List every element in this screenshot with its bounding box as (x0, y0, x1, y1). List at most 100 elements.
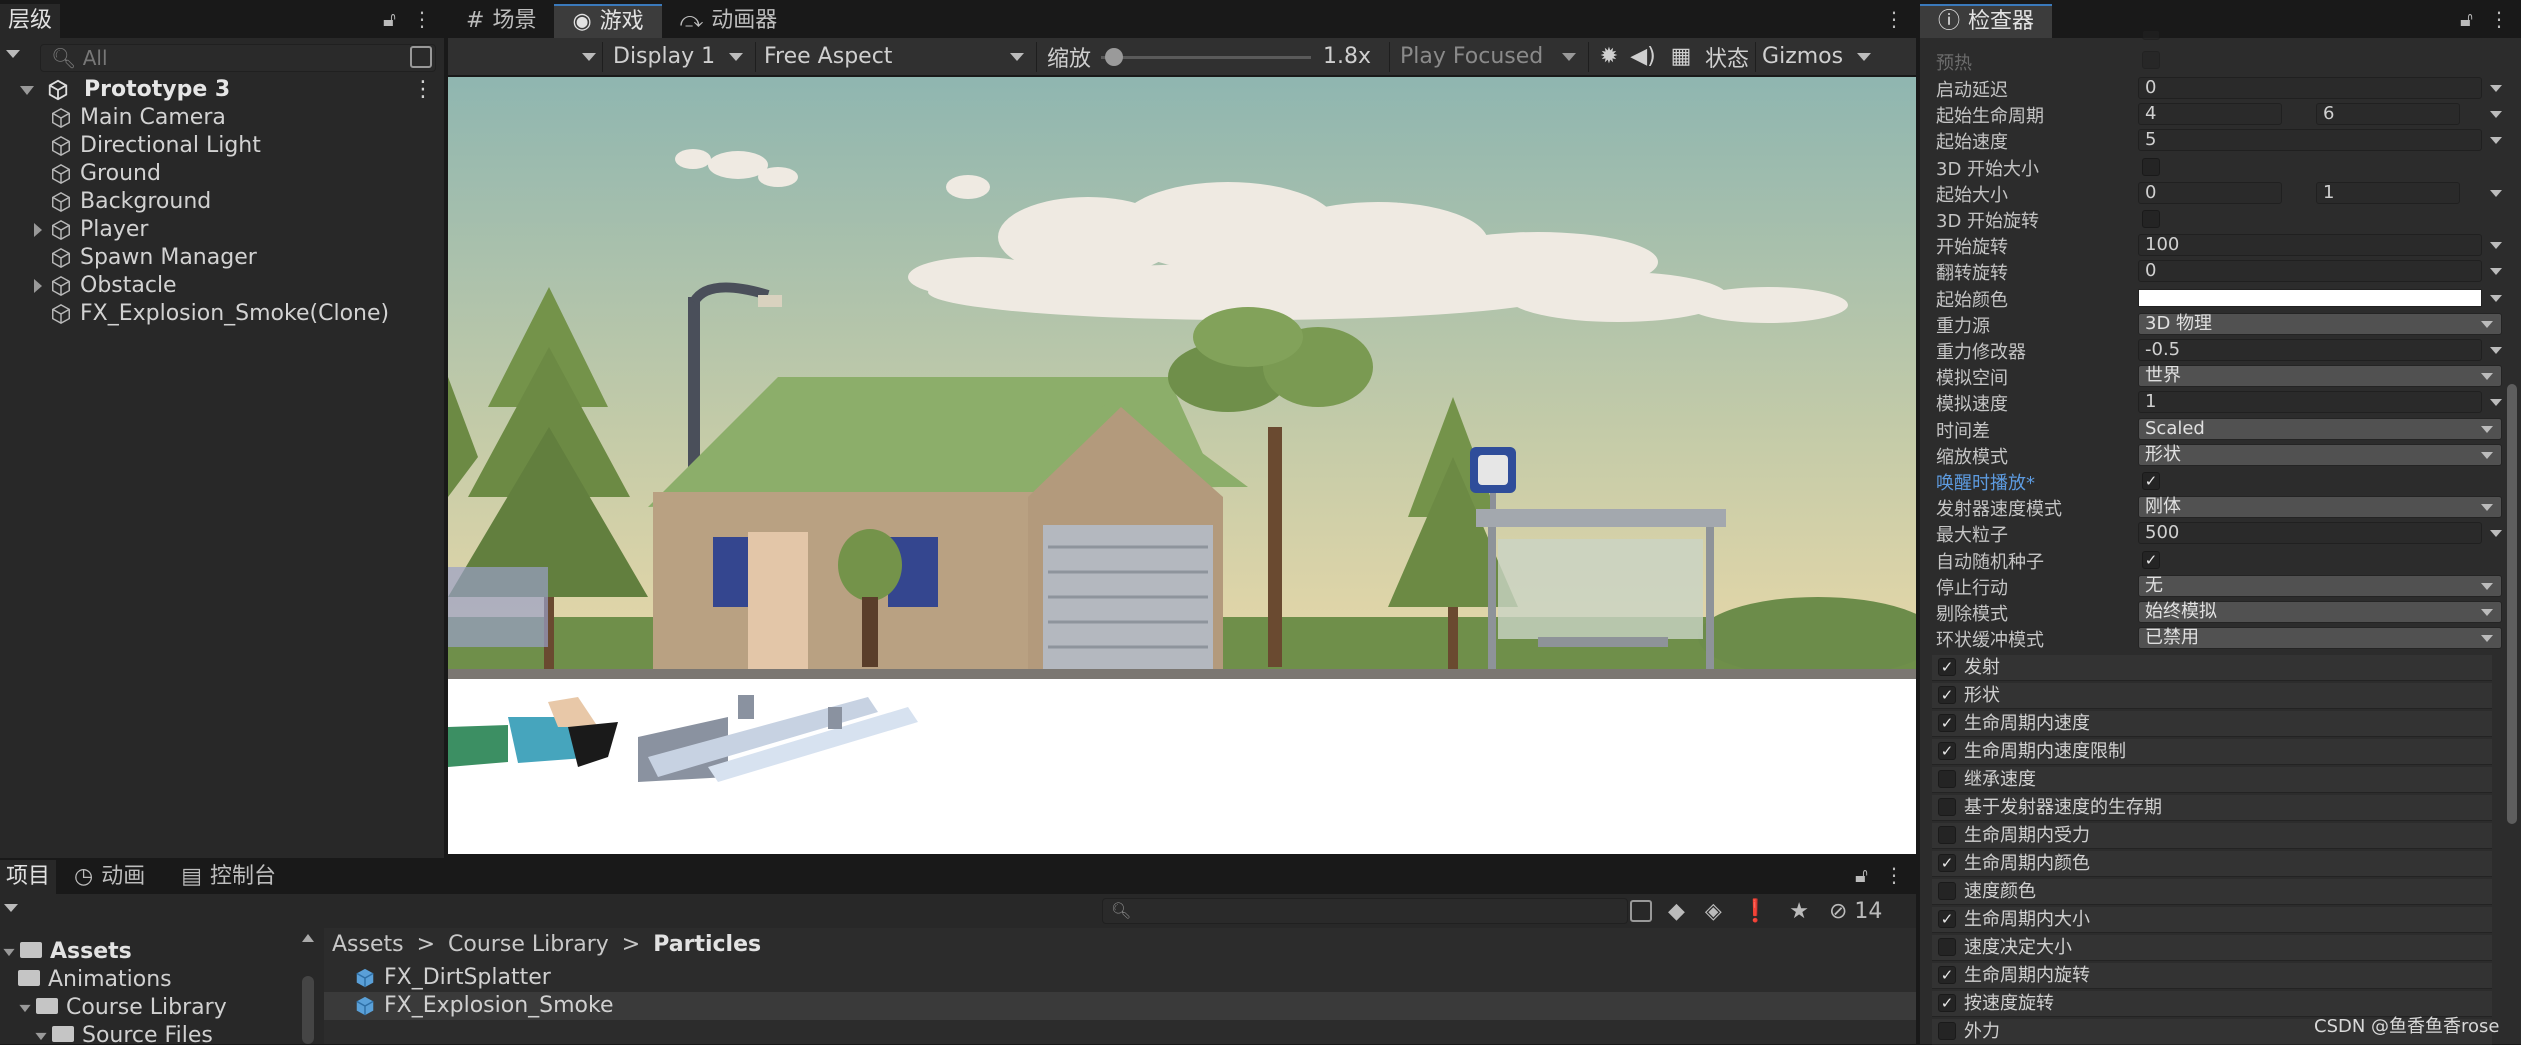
module-checkbox[interactable]: ✓ (1938, 686, 1956, 704)
module-checkbox[interactable] (1938, 938, 1956, 956)
keyboard-icon[interactable]: ▦ (1667, 44, 1695, 69)
tree-scrollbar[interactable] (302, 976, 314, 1044)
property-dropdown[interactable]: 始终模拟 (2138, 601, 2502, 623)
module-checkbox[interactable] (1938, 798, 1956, 816)
expand-arrow-icon[interactable] (35, 1032, 47, 1040)
play-mode-dropdown[interactable]: Play Focused (1396, 44, 1582, 69)
module-header[interactable]: 基于发射器速度的生存期 (1932, 795, 2492, 821)
project-tree-item[interactable]: Source Files (34, 1022, 213, 1044)
module-checkbox[interactable]: ✓ (1938, 854, 1956, 872)
hidden-packages-icon[interactable]: ⊘ 14 (1829, 899, 1882, 924)
property-dropdown[interactable]: Scaled (2138, 417, 2502, 440)
module-checkbox[interactable]: ✓ (1938, 658, 1956, 676)
curve-mode-dropdown-icon[interactable] (2490, 399, 2502, 407)
chevron-down-icon[interactable] (1857, 52, 1872, 61)
breadcrumb-course-library[interactable]: Course Library (448, 932, 609, 957)
lock-icon[interactable]: 🔓︎ (383, 7, 396, 31)
curve-mode-dropdown-icon[interactable] (2490, 530, 2502, 538)
breadcrumb-assets[interactable]: Assets (332, 932, 404, 957)
property-checkbox[interactable]: ✓ (2142, 550, 2160, 569)
lock-icon[interactable]: 🔓︎ (1855, 863, 1868, 887)
warning-icon[interactable]: ❗ (1742, 899, 1769, 924)
property-field-min[interactable]: 4 (2138, 103, 2282, 126)
tab-game[interactable]: ◉ 游戏 (554, 4, 662, 38)
module-header[interactable]: ✓ 形状 (1932, 683, 2492, 709)
more-menu-icon[interactable]: ⋮ (1884, 7, 1904, 31)
module-header[interactable]: 生命周期内受力 (1932, 823, 2492, 849)
property-checkbox[interactable]: ✓ (2142, 472, 2160, 490)
lock-icon[interactable]: 🔓︎ (2460, 7, 2473, 31)
tab-inspector[interactable]: ⓘ 检查器 (1920, 4, 2053, 38)
project-tree-item[interactable]: Animations (18, 966, 172, 994)
display-dropdown[interactable]: Display 1 (609, 44, 749, 69)
expand-arrow-icon[interactable] (34, 223, 42, 237)
gizmos-button[interactable]: Gizmos (1762, 44, 1843, 69)
bug-icon[interactable]: ✹ (1595, 44, 1623, 69)
expand-arrow-icon[interactable] (3, 948, 15, 956)
project-tree-item[interactable]: Course Library (18, 994, 227, 1022)
tab-animation[interactable]: ◷ 动画 (56, 860, 163, 894)
scene-menu-icon[interactable]: ⋮ (412, 76, 434, 104)
hierarchy-item[interactable]: Player (34, 216, 148, 244)
module-header[interactable]: 继承速度 (1932, 767, 2492, 793)
hierarchy-item[interactable]: Directional Light (50, 132, 261, 160)
module-header[interactable]: ✓ 生命周期内速度 (1932, 711, 2492, 737)
hierarchy-item[interactable]: Obstacle (34, 272, 177, 300)
expand-arrow-icon[interactable] (20, 85, 34, 95)
module-header[interactable]: 速度颜色 (1932, 879, 2492, 905)
tab-project[interactable]: 项目 (0, 860, 57, 894)
property-dropdown[interactable]: 形状 (2138, 443, 2502, 466)
project-file-item[interactable]: FX_DirtSplatter (324, 964, 1916, 992)
module-checkbox[interactable] (1938, 1022, 1956, 1040)
curve-mode-dropdown-icon[interactable] (2490, 189, 2502, 197)
curve-mode-dropdown-icon[interactable] (2490, 268, 2502, 276)
property-field[interactable]: 500 (2138, 522, 2482, 545)
create-dropdown-icon[interactable] (4, 904, 18, 912)
curve-mode-dropdown-icon[interactable] (2490, 242, 2502, 250)
module-checkbox[interactable]: ✓ (1938, 994, 1956, 1012)
property-dropdown[interactable]: 已禁用 (2138, 627, 2502, 650)
game-view-dropdown-icon[interactable] (582, 52, 596, 61)
property-dropdown[interactable]: 刚体 (2138, 496, 2502, 519)
property-field-max[interactable]: 1 (2316, 181, 2460, 204)
stats-button[interactable]: 状态 (1705, 41, 1749, 73)
module-header[interactable]: ✓ 生命周期内颜色 (1932, 851, 2492, 877)
more-menu-icon[interactable]: ⋮ (412, 7, 432, 31)
module-checkbox[interactable]: ✓ (1938, 966, 1956, 984)
hierarchy-item[interactable]: Ground (50, 160, 161, 188)
property-field-min[interactable]: 0 (2138, 181, 2282, 204)
module-checkbox[interactable]: ✓ (1938, 910, 1956, 928)
curve-mode-dropdown-icon[interactable] (2490, 111, 2502, 119)
hierarchy-item[interactable]: Background (50, 188, 211, 216)
color-swatch[interactable] (2138, 288, 2482, 307)
module-header[interactable]: 速度决定大小 (1932, 935, 2492, 961)
scene-row[interactable]: Prototype 3 ⋮ (20, 76, 444, 104)
tab-animator[interactable]: ⤼ 动画器 (662, 4, 796, 38)
property-field-max[interactable]: 6 (2316, 103, 2460, 126)
property-checkbox[interactable] (2142, 157, 2160, 176)
color-mode-dropdown-icon[interactable] (2490, 294, 2502, 302)
property-dropdown[interactable]: 无 (2138, 574, 2502, 597)
project-tree-item[interactable]: Assets (2, 938, 132, 966)
scroll-up-icon[interactable] (302, 934, 314, 942)
more-menu-icon[interactable]: ⋮ (2489, 7, 2509, 31)
property-dropdown[interactable]: 世界 (2138, 365, 2502, 388)
tab-console[interactable]: ▤ 控制台 (163, 860, 294, 894)
module-checkbox[interactable] (1938, 826, 1956, 844)
project-file-item[interactable]: FX_Explosion_Smoke (324, 992, 1916, 1020)
project-search-input[interactable]: 🔍︎ (1102, 898, 1628, 924)
tab-scene[interactable]: # 场景 (448, 4, 554, 38)
property-field[interactable]: 5 (2138, 129, 2482, 152)
search-by-type-icon[interactable]: ◆ (1668, 899, 1685, 924)
curve-mode-dropdown-icon[interactable] (2490, 85, 2502, 92)
module-checkbox[interactable]: ✓ (1938, 742, 1956, 760)
search-filter-icon[interactable] (410, 46, 432, 68)
add-object-dropdown-icon[interactable] (6, 50, 20, 58)
property-field[interactable]: -0.5 (2138, 339, 2482, 361)
expand-arrow-icon[interactable] (34, 279, 42, 293)
more-menu-icon[interactable]: ⋮ (1884, 863, 1904, 887)
curve-mode-dropdown-icon[interactable] (2490, 347, 2502, 354)
label-tag-icon[interactable]: ◈ (1705, 899, 1722, 924)
breadcrumb-particles[interactable]: Particles (653, 932, 761, 957)
property-dropdown[interactable]: 3D 物理 (2138, 312, 2502, 335)
